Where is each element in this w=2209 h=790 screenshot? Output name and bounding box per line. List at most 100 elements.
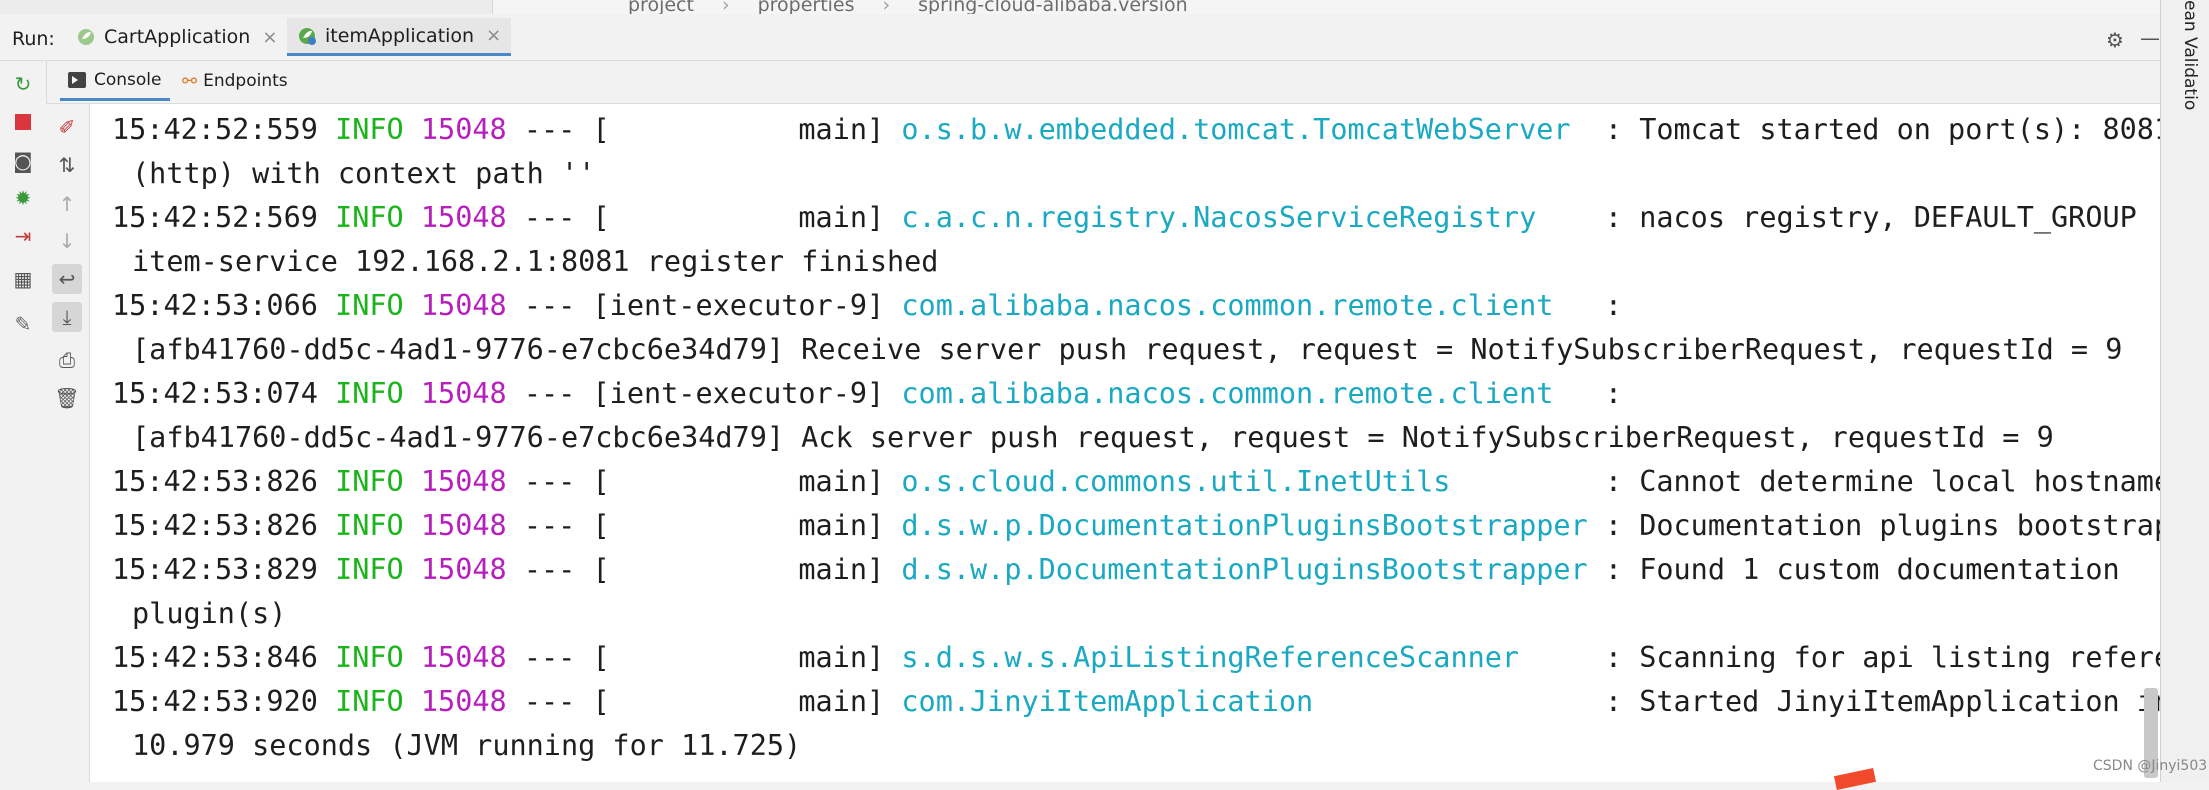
breadcrumb-item[interactable]: properties (758, 0, 855, 14)
top-strip: project › properties › spring-cloud-alibaba.… (0, 0, 2160, 14)
log-level: INFO (335, 289, 404, 322)
exit-icon[interactable]: ⇥ (8, 221, 38, 251)
log-message: : Cannot determine local hostname (1604, 465, 2160, 498)
log-pid: 15048 (420, 113, 507, 146)
trash-icon[interactable]: 🗑 (52, 383, 82, 413)
log-pid: 15048 (420, 289, 507, 322)
log-pid: 15048 (420, 377, 507, 410)
log-pad (1536, 201, 1605, 234)
console-toolbar: ✐ ⇅ ↑ ↓ ↩ ⤓ ⎙ 🗑 (46, 104, 90, 782)
run-toolwindow-header: Run: CartApplication × itemApplication ×… (0, 14, 2160, 61)
project-tree-remnant (0, 0, 493, 14)
log-line: 15:42:53:826 INFO 15048 --- [ main] d.s.… (112, 504, 2160, 548)
log-timestamp: 15:42:53:829 (112, 553, 318, 586)
log-pid: 15048 (420, 641, 507, 674)
log-message: : Scanning for api listing references (1604, 641, 2160, 674)
log-timestamp: 15:42:53:074 (112, 377, 318, 410)
run-tab-item-application[interactable]: itemApplication × (287, 18, 512, 56)
log-logger: s.d.s.w.s.ApiListingReferenceScanner (901, 641, 1520, 674)
tab-console[interactable]: Console (60, 61, 170, 101)
log-line: 15:42:53:920 INFO 15048 --- [ main] com.… (112, 680, 2160, 724)
log-logger: d.s.w.p.DocumentationPluginsBootstrapper (901, 509, 1588, 542)
down-arrow-icon[interactable]: ↓ (52, 226, 82, 256)
scroll-to-end-icon[interactable]: ⤓ (52, 302, 82, 332)
log-line: 15:42:53:066 INFO 15048 --- [ient-execut… (112, 284, 1622, 328)
log-pid: 15048 (420, 685, 507, 718)
print-icon[interactable]: ⎙ (52, 345, 82, 375)
console-icon (68, 71, 86, 88)
log-separator: --- [ (523, 465, 610, 498)
console-subtabs: Console ⚯ Endpoints (46, 61, 2160, 104)
log-thread: main] (609, 465, 885, 498)
gear-icon[interactable]: ⚙ (2106, 28, 2124, 52)
log-separator: --- [ (523, 377, 610, 410)
log-pad (1313, 685, 1605, 718)
log-logger: c.a.c.n.registry.NacosServiceRegistry (901, 201, 1537, 234)
run-left-toolbar: ↻ ◙ ✹ ⇥ ▦ ✎ (0, 61, 47, 782)
log-thread: ient-executor-9] (609, 377, 885, 410)
log-line-continuation: item-service 192.168.2.1:8081 register f… (132, 245, 939, 278)
endpoints-icon: ⚯ (182, 70, 198, 92)
log-level: INFO (335, 685, 404, 718)
tab-console-label: Console (94, 69, 162, 90)
bean-validation-tab[interactable]: ean Validation (2176, 0, 2200, 110)
up-arrow-icon[interactable]: ↑ (52, 189, 82, 219)
log-level: INFO (335, 509, 404, 542)
log-timestamp: 15:42:53:826 (112, 465, 318, 498)
log-pad (1553, 289, 1604, 322)
breadcrumb-item[interactable]: project (628, 0, 694, 14)
close-icon[interactable]: × (486, 25, 501, 46)
log-line: 15:42:53:826 INFO 15048 --- [ main] o.s.… (112, 460, 2160, 504)
minimize-icon[interactable]: — (2140, 26, 2160, 50)
log-line: 15:42:53:829 INFO 15048 --- [ main] d.s.… (112, 548, 2120, 592)
log-line: 15:42:53:846 INFO 15048 --- [ main] s.d.… (112, 636, 2160, 680)
log-timestamp: 15:42:52:569 (112, 201, 318, 234)
tab-endpoints[interactable]: ⚯ Endpoints (174, 61, 296, 101)
debug-icon[interactable]: ✹ (8, 183, 38, 213)
log-pad (1588, 553, 1605, 586)
log-timestamp: 15:42:53:066 (112, 289, 318, 322)
sort-icon[interactable]: ⇅ (52, 150, 82, 180)
run-label: Run: (12, 28, 55, 50)
log-separator: --- [ (523, 641, 610, 674)
log-separator: --- [ (523, 509, 610, 542)
log-line-continuation: [afb41760-dd5c-4ad1-9776-e7cbc6e34d79] A… (132, 421, 2054, 454)
log-pid: 15048 (420, 553, 507, 586)
log-message: : (1604, 289, 1623, 322)
breadcrumb-separator-icon: › (882, 0, 891, 14)
log-line: 15:42:52:569 INFO 15048 --- [ main] c.a.… (112, 196, 2137, 240)
log-timestamp: 15:42:53:920 (112, 685, 318, 718)
log-timestamp: 15:42:53:846 (112, 641, 318, 674)
log-separator: --- [ (523, 113, 610, 146)
soft-wrap-icon[interactable]: ↩ (52, 264, 82, 294)
log-logger: d.s.w.p.DocumentationPluginsBootstrapper (901, 553, 1588, 586)
log-line-continuation: (http) with context path '' (132, 157, 596, 190)
tab-endpoints-label: Endpoints (203, 71, 288, 91)
log-line-continuation: plugin(s) (132, 597, 287, 630)
log-line-continuation: [afb41760-dd5c-4ad1-9776-e7cbc6e34d79] R… (132, 333, 2123, 366)
log-thread: ient-executor-9] (609, 289, 885, 322)
stop-icon[interactable] (8, 107, 38, 137)
log-thread: main] (609, 685, 885, 718)
log-thread: main] (609, 113, 885, 146)
layout-icon[interactable]: ▦ (8, 264, 38, 294)
pin-icon[interactable]: ✎ (8, 309, 38, 339)
close-icon[interactable]: × (262, 27, 277, 48)
camera-icon[interactable]: ◙ (8, 146, 38, 176)
clear-icon[interactable]: ✐ (52, 112, 82, 142)
log-pid: 15048 (420, 509, 507, 542)
breadcrumb-item[interactable]: spring-cloud-alibaba.version (918, 0, 1188, 14)
log-logger: o.s.b.w.embedded.tomcat.TomcatWebServer (901, 113, 1571, 146)
rerun-icon[interactable]: ↻ (8, 69, 38, 99)
log-message: : Documentation plugins bootstrapped (1604, 509, 2160, 542)
spring-boot-icon (78, 29, 94, 45)
log-separator: --- [ (523, 685, 610, 718)
log-logger: com.alibaba.nacos.common.remote.client (901, 289, 1554, 322)
console-output[interactable]: 15:42:52:559 INFO 15048 --- [ main] o.s.… (90, 104, 2160, 782)
run-tab-cart-application[interactable]: CartApplication × (66, 18, 287, 56)
run-tab-label: itemApplication (325, 24, 475, 47)
spring-boot-icon (299, 27, 316, 45)
log-message: : Tomcat started on port(s): 8081 (1604, 113, 2160, 146)
log-pad (1519, 641, 1605, 674)
log-thread: main] (609, 641, 885, 674)
